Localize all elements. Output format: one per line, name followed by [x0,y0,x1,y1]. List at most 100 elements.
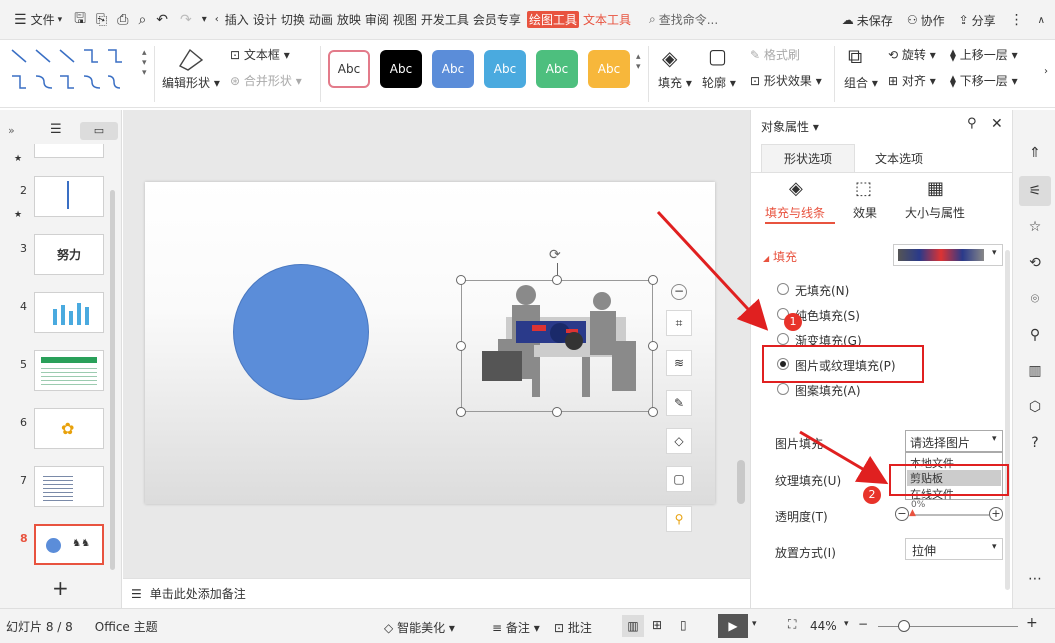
more-icon[interactable]: ▾ [202,14,207,25]
tab-insert[interactable]: 插入 [223,11,251,28]
plus-icon[interactable]: + [989,507,1003,521]
resize-handle[interactable] [648,407,658,417]
style-black[interactable]: Abc [380,50,422,88]
save-icon[interactable]: 🖫 [74,8,86,32]
book-icon[interactable]: ▥ [1026,362,1044,380]
resize-handle[interactable] [456,407,466,417]
more-options-icon[interactable]: ⋮ [1010,12,1024,28]
style-green[interactable]: Abc [536,50,578,88]
undo-icon[interactable]: ↶ [156,12,168,28]
style-blue[interactable]: Abc [432,50,474,88]
canvas-vscrollbar[interactable] [737,460,745,504]
group-button[interactable]: 组合 ▾ [844,74,878,91]
format-painter-button[interactable]: ✎ 格式刷 [750,46,800,63]
fill-button[interactable]: 填充 ▾ [658,74,692,91]
slide-thumb-1[interactable] [34,144,104,158]
slide[interactable]: ⟳ [145,182,715,504]
tab-transition[interactable]: 切换 [279,11,307,28]
star-icon[interactable]: ☆ [1026,218,1044,236]
fill-preview-dropdown[interactable]: ▾ [893,244,1003,266]
minus-icon[interactable]: − [895,507,909,521]
panel-title[interactable]: 对象属性 ▾ [761,118,819,135]
collaborate-button[interactable]: ⚇ 协作 [903,6,949,34]
export-icon[interactable]: ⎘ [96,12,107,28]
fill-section-header[interactable]: ◢ 填充 [763,248,797,265]
send-backward-button[interactable]: ⧫ 下移一层 ▾ [950,72,1018,89]
theme-name[interactable]: Office 主题 [95,618,158,635]
slide-thumb-7[interactable] [34,466,104,507]
layers-tool[interactable]: ≋ [666,350,692,376]
resize-handle[interactable] [456,341,466,351]
tab-draw-tools[interactable]: 绘图工具 [526,11,579,28]
preview-icon[interactable]: ⌕ [138,12,146,28]
align-button[interactable]: ⊞ 对齐 ▾ [888,72,936,89]
help-icon[interactable]: ? [1026,434,1044,452]
collapse-float-icon[interactable]: − [671,284,687,300]
play-options-icon[interactable]: ▾ [752,619,757,629]
styles-scroll-icon[interactable]: ▴ ▾ [636,52,641,72]
textbox-button[interactable]: ⊡ 文本框 ▾ [230,46,290,63]
tab-animation[interactable]: 动画 [307,11,335,28]
slide-thumb-3[interactable]: 努力 [34,234,104,275]
notes-toggle-button[interactable]: ≡ 备注 ▾ [492,619,540,636]
panel-scrollbar[interactable] [1005,250,1010,590]
resize-handle[interactable] [456,275,466,285]
slide-thumb-5[interactable] [34,350,104,391]
expand-icon[interactable]: » [8,124,15,137]
radio-pattern-fill[interactable] [777,383,789,395]
placement-dropdown[interactable]: 拉伸 ▾ [905,538,1003,560]
resize-handle[interactable] [648,341,658,351]
tab-developer[interactable]: 开发工具 [419,11,471,28]
tab-review[interactable]: 审阅 [363,11,391,28]
style-white[interactable]: Abc [328,50,370,88]
crop-tool[interactable]: ⌗ [666,310,692,336]
add-slide-icon[interactable]: + [52,576,69,600]
share-button[interactable]: ⇪ 分享 [955,6,1000,34]
outline-view-icon[interactable]: ☰ [50,122,62,137]
zoom-options-icon[interactable]: ▾ [844,619,849,629]
normal-view-icon[interactable]: ▥ [622,615,644,637]
radio-gradient-fill[interactable] [777,333,789,345]
subtab-effect[interactable]: 效果 [853,204,877,221]
subtab-fill-line[interactable]: 填充与线条 [765,204,825,221]
slide-thumb-4[interactable] [34,292,104,333]
outline-button[interactable]: 轮廓 ▾ [702,74,736,91]
idea-tool[interactable]: ⚲ [666,506,692,532]
shape-gallery[interactable] [10,46,140,96]
slide-thumb-6[interactable]: ✿ [34,408,104,449]
tab-text-options[interactable]: 文本选项 [875,150,923,167]
style-orange[interactable]: Abc [588,50,630,88]
zoom-slider-thumb[interactable] [898,620,910,632]
shape-effect-button[interactable]: ⊡ 形状效果 ▾ [750,72,822,89]
blue-circle-shape[interactable] [233,264,369,400]
comment-button[interactable]: ⊡ 批注 [554,619,592,636]
camera-icon[interactable]: ⌾ [1026,290,1044,308]
zoom-out-icon[interactable]: − [858,617,868,631]
play-button[interactable]: ▶ [718,614,748,638]
zoom-level[interactable]: 44% [810,619,837,633]
merge-shape-button[interactable]: ⊛ 合并形状 ▾ [230,72,302,89]
redo-icon[interactable]: ↷ [180,12,192,28]
outline-tool[interactable]: ▢ [666,466,692,492]
picture-filled-shape[interactable]: ⟳ [456,247,658,417]
transition-icon[interactable]: ⟲ [1026,254,1044,272]
resize-handle[interactable] [552,275,562,285]
notes-bar[interactable]: ☰ 单击此处添加备注 [123,578,750,608]
picture-source-dropdown[interactable]: 请选择图片 ▾ [905,430,1003,452]
ribbon-scroll-right-icon[interactable]: › [1044,66,1048,77]
close-icon[interactable]: ✕ [991,116,1003,132]
rocket-icon[interactable]: ⇑ [1026,144,1044,162]
tab-text-tools[interactable]: 文本工具 [581,11,633,28]
thumb-scrollbar[interactable] [110,190,115,570]
beautify-button[interactable]: ◇ 智能美化 ▾ [384,619,455,636]
rotate-handle-icon[interactable]: ⟳ [549,247,561,263]
resize-handle[interactable] [552,407,562,417]
fit-icon[interactable]: ⛶ [788,617,796,632]
sorter-view-icon[interactable]: ⊞ [652,618,662,632]
tab-member[interactable]: 会员专享 [471,11,523,28]
subtab-size[interactable]: 大小与属性 [905,204,965,221]
properties-icon[interactable]: ⚟ [1026,182,1044,200]
gallery-scroll-icon[interactable]: ▴ ▾ ▾ [142,48,147,78]
map-icon[interactable]: ⚲ [1026,326,1044,344]
more-icon[interactable]: ⋯ [1026,570,1044,588]
